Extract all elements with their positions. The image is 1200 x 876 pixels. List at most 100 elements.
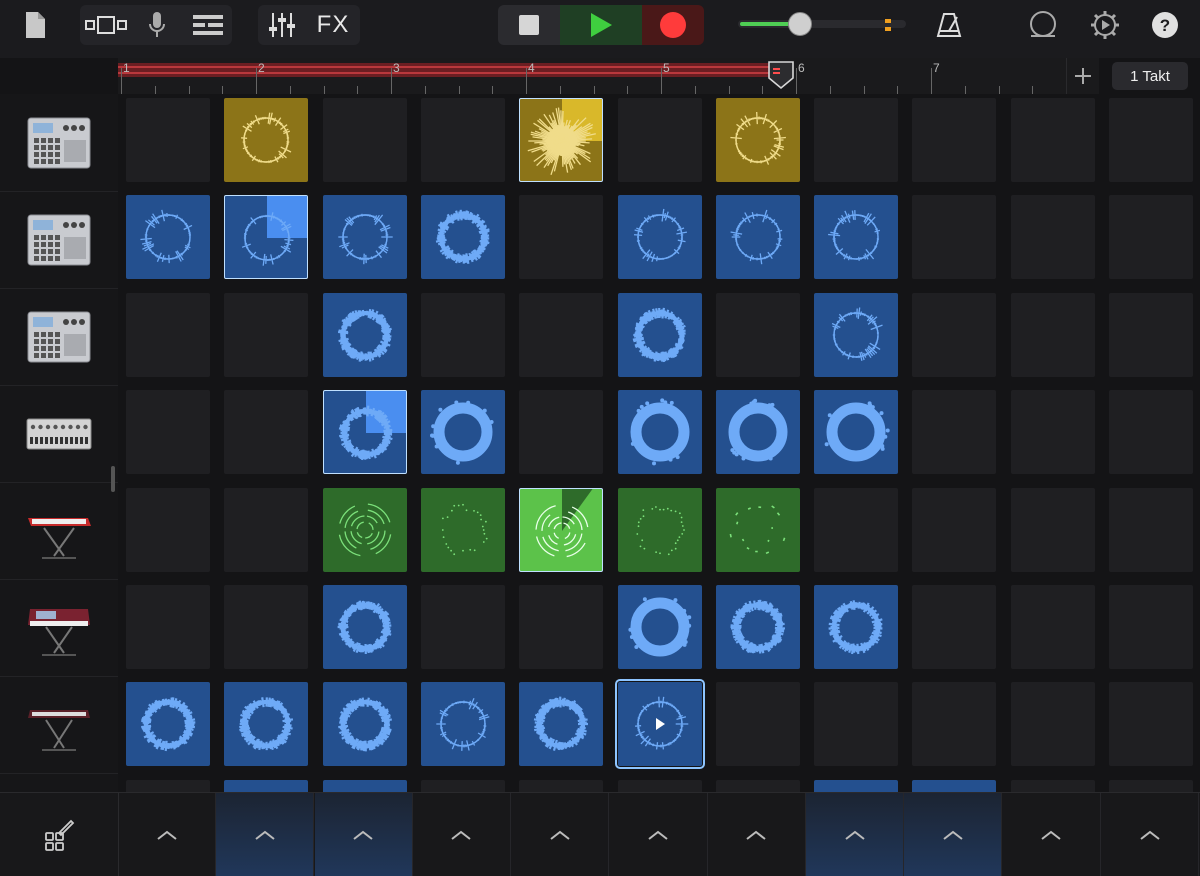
help-icon[interactable]: ? — [1148, 8, 1182, 42]
empty-cell[interactable] — [912, 98, 996, 182]
stop-button[interactable] — [498, 5, 560, 45]
loop-cell[interactable] — [126, 682, 210, 766]
empty-cell[interactable] — [519, 780, 603, 792]
empty-cell[interactable] — [1011, 195, 1095, 279]
empty-cell[interactable] — [1011, 780, 1095, 792]
column-trigger-button[interactable] — [1003, 793, 1101, 876]
empty-cell[interactable] — [224, 293, 308, 377]
empty-cell[interactable] — [323, 98, 407, 182]
empty-cell[interactable] — [126, 585, 210, 669]
section-length-button[interactable]: 1 Takt — [1112, 62, 1188, 90]
empty-cell[interactable] — [1011, 293, 1095, 377]
loop-cell[interactable] — [618, 293, 702, 377]
column-trigger-button[interactable] — [610, 793, 708, 876]
empty-cell[interactable] — [1011, 390, 1095, 474]
metronome-icon[interactable] — [932, 8, 966, 42]
loop-cell[interactable] — [323, 390, 407, 474]
empty-cell[interactable] — [912, 488, 996, 572]
empty-cell[interactable] — [618, 98, 702, 182]
empty-cell[interactable] — [814, 682, 898, 766]
loop-cell[interactable] — [421, 195, 505, 279]
empty-cell[interactable] — [912, 195, 996, 279]
track-header[interactable] — [0, 94, 118, 192]
column-trigger-button[interactable] — [413, 793, 511, 876]
empty-cell[interactable] — [1109, 585, 1193, 669]
timeline-ruler[interactable]: 1234567 — [118, 58, 1066, 95]
empty-cell[interactable] — [1011, 585, 1095, 669]
empty-cell[interactable] — [126, 390, 210, 474]
loop-cell[interactable] — [716, 98, 800, 182]
empty-cell[interactable] — [519, 293, 603, 377]
loop-cell[interactable] — [814, 195, 898, 279]
empty-cell[interactable] — [716, 682, 800, 766]
column-trigger-button[interactable] — [1101, 793, 1199, 876]
loop-cell[interactable] — [716, 390, 800, 474]
loop-region[interactable] — [118, 63, 774, 77]
loop-cell[interactable] — [323, 488, 407, 572]
column-trigger-button[interactable] — [806, 793, 904, 876]
loop-cell[interactable] — [519, 682, 603, 766]
fx-button[interactable]: FX — [308, 8, 358, 42]
empty-cell[interactable] — [1011, 682, 1095, 766]
empty-cell[interactable] — [126, 488, 210, 572]
loop-cell[interactable] — [519, 488, 603, 572]
loop-cell[interactable] — [618, 585, 702, 669]
loop-cell[interactable] — [814, 293, 898, 377]
loop-cell[interactable] — [618, 682, 702, 766]
loop-cell[interactable] — [716, 195, 800, 279]
empty-cell[interactable] — [1109, 390, 1193, 474]
empty-cell[interactable] — [1109, 195, 1193, 279]
empty-cell[interactable] — [126, 293, 210, 377]
empty-cell[interactable] — [1011, 488, 1095, 572]
track-header[interactable] — [0, 676, 118, 774]
empty-cell[interactable] — [912, 293, 996, 377]
column-trigger-button[interactable] — [904, 793, 1002, 876]
loop-cell[interactable] — [323, 195, 407, 279]
loop-cell[interactable] — [421, 682, 505, 766]
loop-cell[interactable] — [716, 488, 800, 572]
empty-cell[interactable] — [1109, 98, 1193, 182]
empty-cell[interactable] — [224, 390, 308, 474]
loop-cell[interactable] — [126, 195, 210, 279]
record-button[interactable] — [642, 5, 704, 45]
empty-cell[interactable] — [912, 390, 996, 474]
empty-cell[interactable] — [1109, 780, 1193, 792]
loop-cell[interactable] — [618, 195, 702, 279]
loop-cell[interactable] — [224, 195, 308, 279]
empty-cell[interactable] — [912, 585, 996, 669]
document-icon[interactable] — [20, 8, 50, 42]
empty-cell[interactable] — [126, 98, 210, 182]
empty-cell[interactable] — [1109, 488, 1193, 572]
loop-cell[interactable] — [323, 293, 407, 377]
empty-cell[interactable] — [1011, 98, 1095, 182]
track-header[interactable] — [0, 288, 118, 386]
loop-icon[interactable] — [1026, 8, 1060, 42]
microphone-icon[interactable] — [140, 8, 174, 42]
empty-cell[interactable] — [224, 488, 308, 572]
track-header[interactable] — [0, 191, 118, 289]
settings-icon[interactable] — [1088, 8, 1122, 42]
mixer-icon[interactable] — [262, 8, 302, 42]
empty-cell[interactable] — [519, 195, 603, 279]
playhead-marker[interactable] — [766, 60, 796, 90]
empty-cell[interactable] — [1109, 293, 1193, 377]
column-trigger-button[interactable] — [315, 793, 413, 876]
edit-cells-button[interactable] — [0, 793, 119, 876]
resize-handle[interactable] — [111, 466, 115, 492]
empty-cell[interactable] — [1109, 682, 1193, 766]
loop-cell[interactable] — [224, 780, 308, 792]
track-header[interactable] — [0, 579, 118, 677]
empty-cell[interactable] — [814, 488, 898, 572]
track-header[interactable] — [0, 482, 118, 580]
empty-cell[interactable] — [421, 293, 505, 377]
column-trigger-button[interactable] — [118, 793, 216, 876]
loop-cell[interactable] — [323, 780, 407, 792]
add-section-button[interactable] — [1066, 58, 1099, 94]
track-header[interactable] — [0, 385, 118, 483]
empty-cell[interactable] — [421, 585, 505, 669]
empty-cell[interactable] — [421, 98, 505, 182]
master-volume-slider[interactable] — [738, 16, 908, 32]
column-trigger-button[interactable] — [708, 793, 806, 876]
empty-cell[interactable] — [519, 585, 603, 669]
loop-cell[interactable] — [323, 682, 407, 766]
